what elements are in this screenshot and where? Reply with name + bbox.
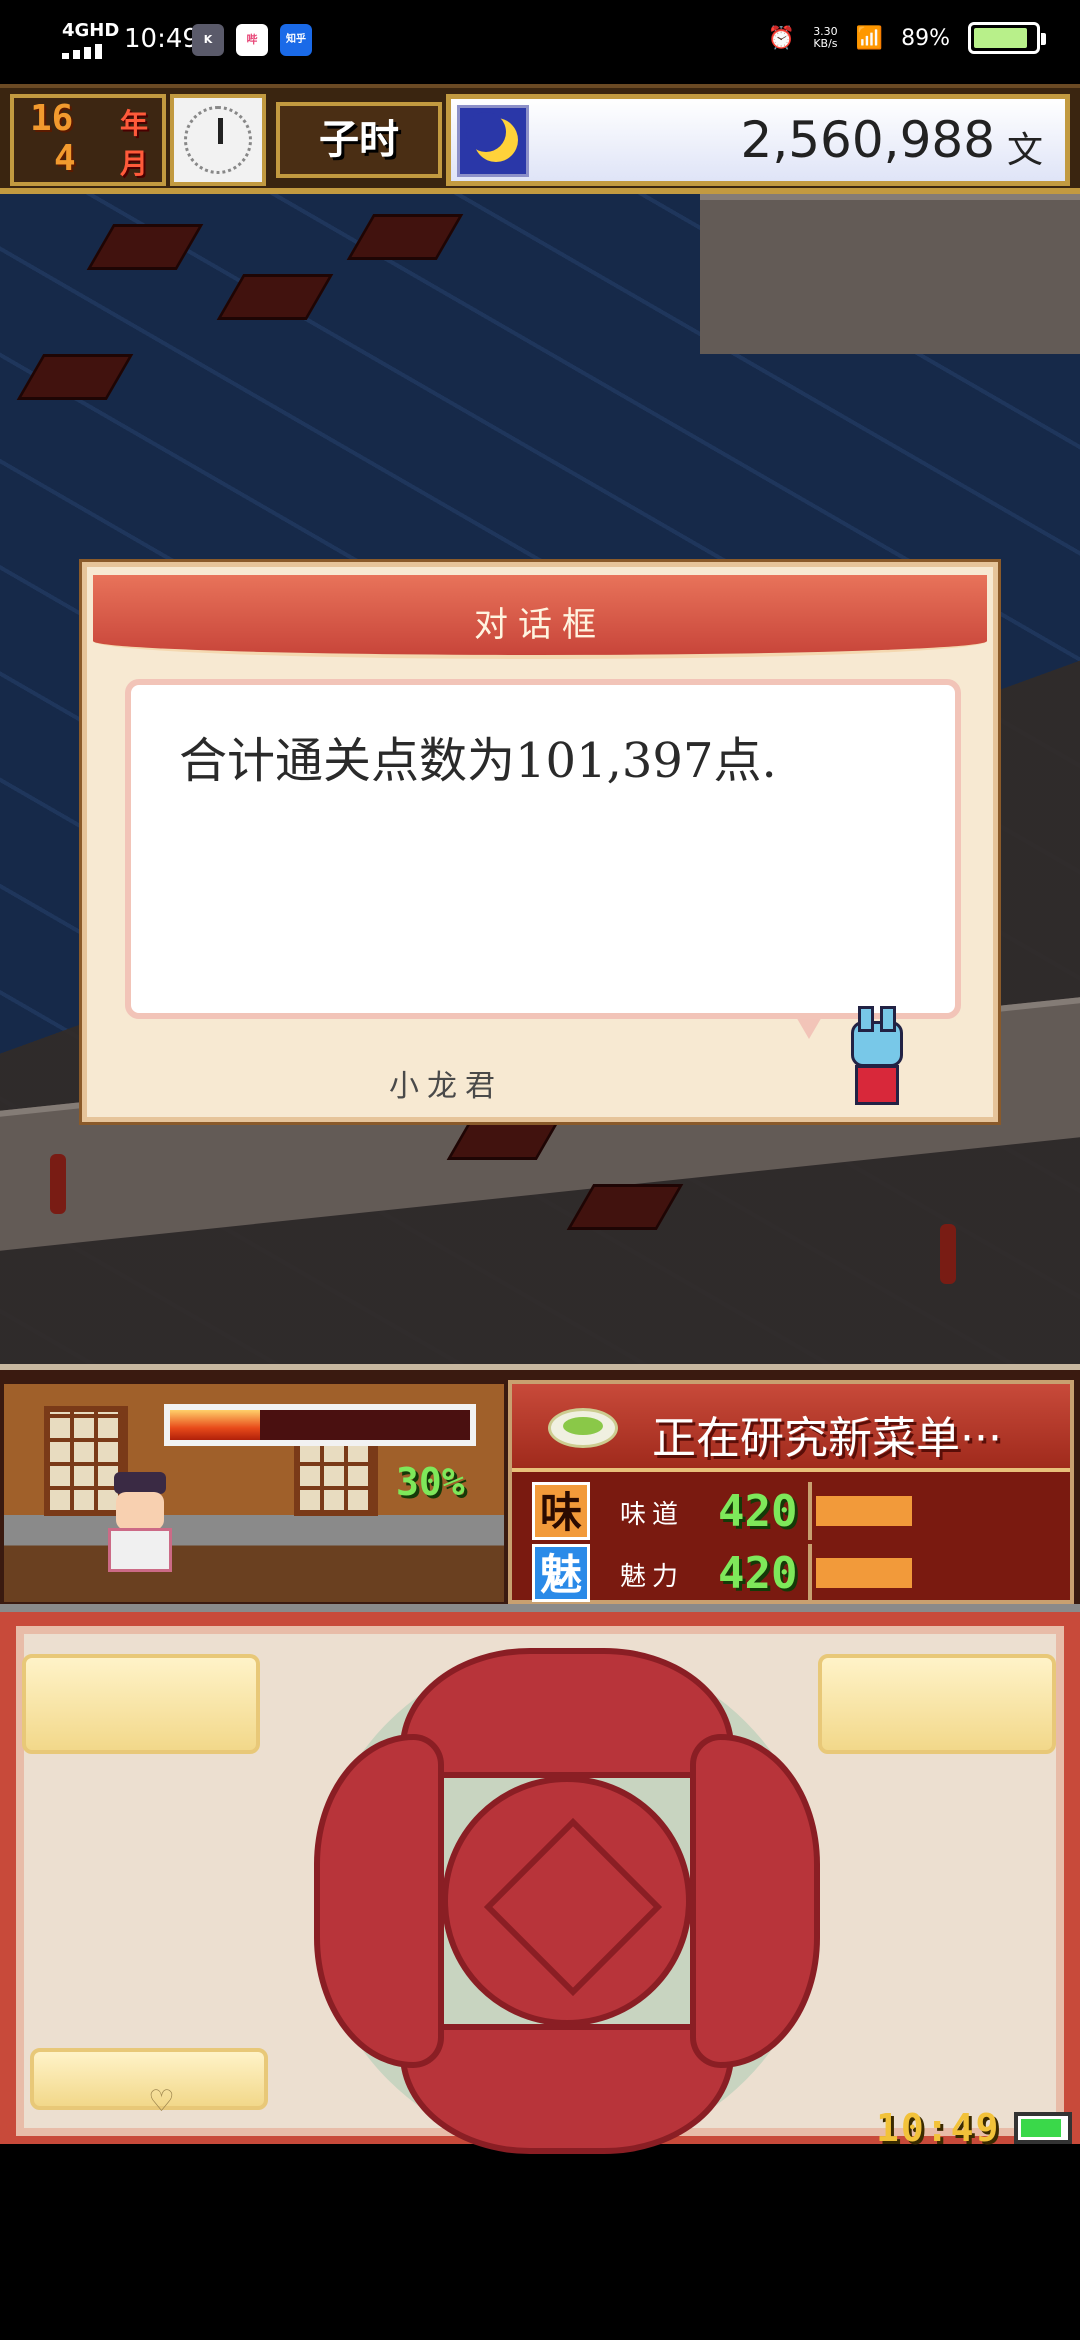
moon-icon <box>457 105 529 177</box>
stat-divider <box>808 1544 812 1602</box>
clock-icon <box>170 94 266 186</box>
battery-icon <box>968 22 1046 54</box>
left-top-button[interactable] <box>22 1654 260 1754</box>
dpad-right-button[interactable] <box>690 1734 820 2068</box>
status-bar: 4GHD 10:49 K 哔 知乎 ⏰ 3.30 KB/s 📶 89% <box>0 0 1080 84</box>
wifi-icon: 📶 <box>855 25 884 51</box>
stat-taste: 味 味道 420 <box>522 1482 1068 1540</box>
speaker-name: 小龙君 <box>389 1069 503 1104</box>
date-panel: 16 年 4 月 <box>10 94 166 186</box>
dialog-message: 合计通关点数为101,397点. <box>179 733 777 789</box>
net-speed: 3.30 KB/s <box>813 26 838 50</box>
stat-bar <box>816 1558 912 1588</box>
dpad <box>314 1648 820 2154</box>
speech-bubble: 合计通关点数为101,397点. <box>125 679 961 1039</box>
kitchen-scene: 30% <box>4 1384 504 1602</box>
left-bottom-button[interactable]: ♡ <box>30 2048 268 2119</box>
stat-bar <box>816 1496 912 1526</box>
stat-divider <box>808 1482 812 1540</box>
battery-percent: 89% <box>901 25 950 51</box>
dpad-down-button[interactable] <box>400 2024 734 2154</box>
research-percent: 30% <box>396 1460 465 1504</box>
stat-value: 420 <box>718 1486 798 1537</box>
app-bilibili-icon: 哔 <box>236 24 268 56</box>
control-area: ♡ 10:49 <box>0 1604 1080 2154</box>
dpad-up-button[interactable] <box>400 1648 734 1778</box>
time-period: 子时 <box>276 102 442 178</box>
alarm-icon: ⏰ <box>767 25 796 51</box>
status-time: 10:49 <box>124 24 199 54</box>
heart-icon: ♡ <box>148 2084 175 2119</box>
research-title: 正在研究新菜单··· <box>652 1413 1002 1464</box>
money-panel: 2,560,988 文 <box>446 94 1070 186</box>
month-number: 4 <box>54 138 76 179</box>
top-hud: 16 年 4 月 子时 2,560,988 文 <box>0 84 1080 194</box>
stat-charm: 魅 魅力 420 <box>522 1544 1068 1602</box>
app-k-icon: K <box>192 24 224 56</box>
dish-icon <box>548 1408 618 1448</box>
kitchen-panel: 30% 正在研究新菜单··· 味 味道 420 魅 魅力 420 <box>0 1364 1080 1604</box>
net-speed-unit: KB/s <box>813 37 838 50</box>
money-unit: 文 <box>1006 130 1043 171</box>
money-value: 2,560,988 <box>740 111 995 169</box>
status-right: ⏰ 3.30 KB/s 📶 89% <box>767 22 1046 54</box>
game-battery-icon <box>1014 2112 1072 2144</box>
taste-badge: 味 <box>532 1482 590 1540</box>
stat-name: 味道 <box>620 1500 685 1530</box>
dpad-left-button[interactable] <box>314 1734 444 2068</box>
year-number: 16 <box>30 98 74 139</box>
app-zhihu-icon: 知乎 <box>280 24 312 56</box>
signal-icon <box>62 44 102 59</box>
network-type: 4GHD <box>62 20 120 41</box>
dragon-mascot-icon <box>837 1006 917 1113</box>
chef-icon <box>104 1472 176 1572</box>
dpad-center-button[interactable] <box>442 1776 692 2026</box>
dialog-header: 对话框 <box>93 575 987 659</box>
control-background: ♡ 10:49 <box>16 1626 1072 2154</box>
dialog-title: 对话框 <box>474 605 606 645</box>
dialog-box[interactable]: 对话框 合计通关点数为101,397点. 小龙君 <box>82 562 998 1122</box>
research-header: 正在研究新菜单··· <box>512 1384 1070 1472</box>
research-progress-bar <box>164 1404 476 1446</box>
right-top-button[interactable] <box>818 1654 1056 1754</box>
year-unit: 年 <box>120 107 149 140</box>
game-clock: 10:49 <box>876 2106 1001 2150</box>
stat-value: 420 <box>718 1548 798 1599</box>
charm-badge: 魅 <box>532 1544 590 1602</box>
month-unit: 月 <box>120 147 149 180</box>
stat-name: 魅力 <box>620 1562 685 1592</box>
research-panel[interactable]: 正在研究新菜单··· 味 味道 420 魅 魅力 420 <box>508 1380 1074 1604</box>
